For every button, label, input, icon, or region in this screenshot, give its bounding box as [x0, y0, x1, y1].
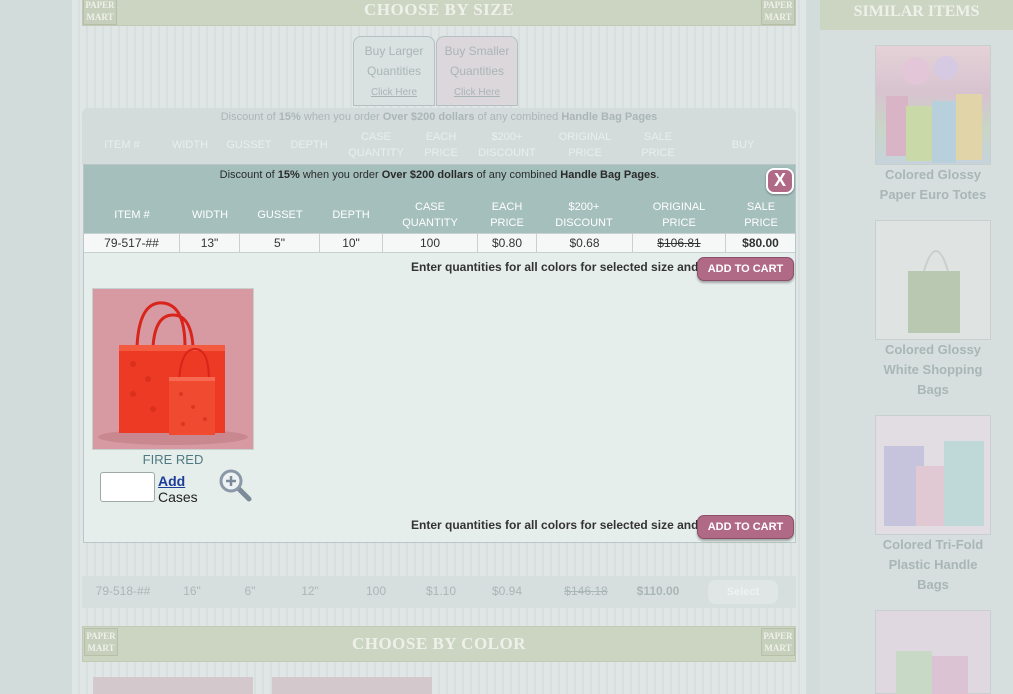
gift-bags-image	[886, 56, 982, 163]
bg-header-item: ITEM #	[104, 139, 140, 151]
bg-header-discount: $200+ DISCOUNT	[478, 131, 536, 159]
choose-by-color-banner: CHOOSE BY COLOR	[82, 626, 796, 662]
bg-header-each: EACH PRICE	[424, 131, 458, 159]
similar-item-image[interactable]	[875, 415, 991, 535]
similar-item-label[interactable]: Colored Glossy White Shopping Bags	[858, 340, 1008, 400]
bg-row-gusset: 6"	[244, 584, 256, 598]
row-sale-price: $80.00	[742, 236, 779, 250]
similar-items-title: SIMILAR ITEMS	[820, 0, 1013, 30]
row-original-price: $106.81	[633, 234, 726, 252]
color-thumbnail[interactable]	[93, 677, 253, 694]
cases-label: Cases	[158, 489, 198, 505]
bg-row-each: $1.10	[425, 584, 457, 598]
header-discount: $200+ DISCOUNT	[555, 201, 613, 229]
similar-item-image[interactable]	[875, 220, 991, 340]
bags-image	[896, 651, 968, 694]
header-original-price: ORIGINAL PRICE	[652, 201, 706, 229]
zoom-icon[interactable]	[218, 468, 252, 502]
similar-item-label[interactable]: Colored Glossy Paper Euro Totes	[858, 165, 1008, 205]
row-depth: 10"	[320, 234, 383, 252]
bg-header-gusset: GUSSET	[226, 139, 272, 151]
paper-mart-logo: PAPER MART	[761, 0, 795, 25]
header-each-price: EACH PRICE	[490, 201, 524, 229]
background-discount-note: Discount of 15% when you order Over $200…	[220, 111, 658, 123]
quantity-input[interactable]	[100, 472, 155, 502]
bg-header-depth: DEPTH	[290, 139, 328, 151]
header-gusset: GUSSET	[257, 209, 303, 221]
choose-by-size-title: CHOOSE BY SIZE	[364, 0, 514, 19]
add-to-cart-button[interactable]: ADD TO CART	[697, 257, 794, 281]
select-button[interactable]: Select	[708, 580, 778, 604]
paper-mart-logo: PAPER MART	[84, 628, 118, 656]
bg-header-case: CASE QUANTITY	[348, 131, 404, 159]
bg-header-sale: SALE PRICE	[641, 131, 675, 159]
quantity-instruction: Enter quantities for all colors for sele…	[411, 518, 699, 532]
bg-row-case: 100	[365, 584, 387, 598]
bg-row-sale: $110.00	[636, 584, 680, 598]
row-width: 13"	[180, 234, 240, 252]
discount-note: Discount of 15% when you order Over $200…	[219, 169, 660, 181]
row-gusset: 5"	[240, 234, 320, 252]
close-button[interactable]: X	[766, 168, 794, 194]
row-item: 79-517-##	[84, 234, 180, 252]
bg-header-original: ORIGINAL PRICE	[558, 131, 612, 159]
similar-item-image[interactable]	[875, 45, 991, 165]
header-depth: DEPTH	[332, 209, 370, 221]
choose-by-color-title: CHOOSE BY COLOR	[351, 634, 527, 653]
table-row: 79-517-## 13" 5" 10" 100 $0.80 $0.68 $10…	[84, 233, 795, 253]
bg-row-item: 79-518-##	[95, 584, 151, 598]
color-name: FIRE RED	[142, 452, 204, 467]
paper-mart-logo: PAPER MART	[83, 0, 117, 25]
color-thumbnail[interactable]	[272, 677, 432, 694]
row-case-quantity: 100	[383, 234, 478, 252]
similar-item-label[interactable]: Colored Tri-Fold Plastic Handle Bags	[858, 535, 1008, 595]
buy-smaller-link[interactable]: Click Here	[454, 87, 500, 98]
size-detail-modal: Discount of 15% when you order Over $200…	[83, 164, 796, 543]
bg-header-buy: BUY	[731, 139, 755, 151]
buy-smaller-tab[interactable]: Buy Smaller Quantities Click Here	[436, 36, 518, 106]
add-link[interactable]: Add	[158, 473, 185, 489]
row-each-price: $0.80	[478, 234, 537, 252]
bg-row-discount: $0.94	[491, 584, 523, 598]
red-bag-image	[93, 289, 253, 449]
header-width: WIDTH	[191, 209, 229, 221]
header-sale-price: SALE PRICE	[744, 201, 778, 229]
similar-item-image[interactable]	[875, 610, 991, 694]
plastic-bags-image	[884, 441, 984, 526]
bg-row-depth: 12"	[301, 584, 319, 598]
header-item: ITEM #	[114, 209, 150, 221]
quantity-instruction: Enter quantities for all colors for sele…	[411, 260, 699, 274]
buy-larger-tab[interactable]: Buy Larger Quantities Click Here	[353, 36, 435, 106]
product-image[interactable]	[92, 288, 254, 450]
row-discount: $0.68	[537, 234, 633, 252]
bg-header-width: WIDTH	[171, 139, 209, 151]
add-to-cart-button[interactable]: ADD TO CART	[697, 515, 794, 539]
buy-larger-link[interactable]: Click Here	[371, 87, 417, 98]
green-bag-image	[908, 250, 960, 333]
paper-mart-logo: PAPER MART	[761, 628, 795, 656]
choose-by-size-banner: CHOOSE BY SIZE	[82, 0, 796, 26]
bg-row-width: 16"	[183, 584, 201, 598]
header-case-quantity: CASE QUANTITY	[402, 201, 458, 229]
bg-row-original: $146.18	[564, 584, 608, 598]
